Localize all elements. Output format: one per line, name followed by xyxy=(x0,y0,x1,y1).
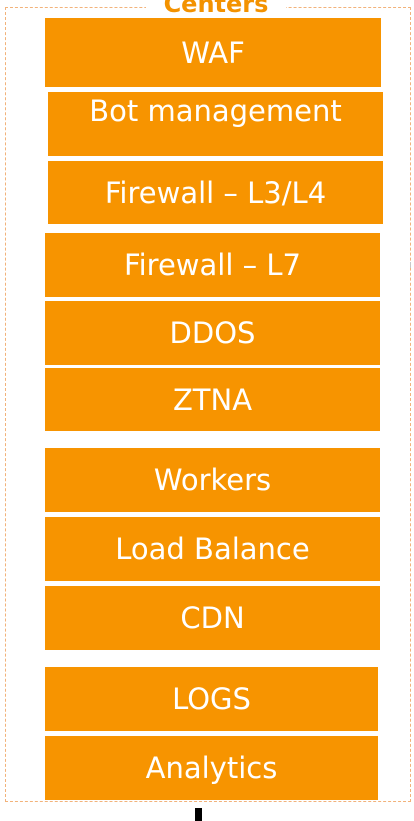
service-box-cdn: CDN xyxy=(45,586,380,650)
container-title: Centers xyxy=(146,0,286,14)
service-box-firewall-l3-l4: Firewall – L3/L4 xyxy=(48,161,383,224)
service-box-firewall-l7: Firewall – L7 xyxy=(45,233,380,297)
connector-tick-right xyxy=(410,262,411,268)
service-box-workers: Workers xyxy=(45,448,380,512)
service-box-ddos: DDOS xyxy=(45,301,380,365)
connector-tick-bottom xyxy=(195,808,202,821)
service-box-logs: LOGS xyxy=(45,667,378,731)
service-box-load-balance: Load Balance xyxy=(45,517,380,581)
service-box-analytics: Analytics xyxy=(45,736,378,800)
service-box-bot-management: Bot management xyxy=(48,92,383,156)
service-box-ztna: ZTNA xyxy=(45,368,380,431)
service-box-waf: WAF xyxy=(45,18,381,87)
